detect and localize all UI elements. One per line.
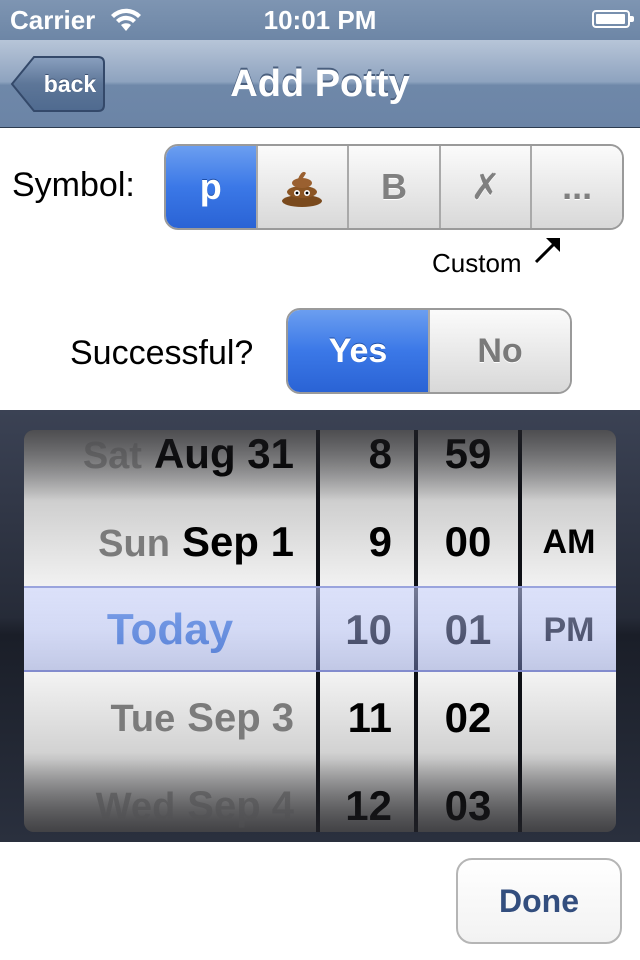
custom-hint: Custom [432,248,522,278]
date-wheel[interactable]: Sat Aug 31 Sun Sep 1 Today Tue Sep 3 Wed Sep… [24,430,316,832]
minute-row: 02 [444,694,492,741]
date-value: Aug 31 [153,430,294,477]
minute-wheel[interactable]: 59 00 01 02 03 [418,430,518,832]
symbol-option-poo[interactable] [255,146,348,228]
minute-row: 03 [444,782,492,829]
date-time-picker: Sat Aug 31 Sun Sep 1 Today Tue Sep 3 Wed Sep… [0,410,640,842]
ampm-row-selected: PM [543,611,595,649]
hour-wheel[interactable]: 8 9 10 11 12 [320,430,414,832]
hour-row-selected: 10 [345,606,392,653]
symbol-label: Symbol: [12,166,135,204]
symbol-option-p[interactable]: p [166,146,256,228]
minute-row: 00 [444,518,492,565]
status-time: 10:01 PM [263,5,377,35]
picker-frame: Sat Aug 31 Sun Sep 1 Today Tue Sep 3 Wed Sep… [24,430,616,832]
symbol-option-x[interactable]: ✗ [438,146,531,228]
date-dow: Tue [110,698,176,740]
date-row: Sun Sep 1 [24,498,316,586]
minute-row-selected: 01 [444,606,492,653]
successful-segmented-control: Yes No [286,308,572,394]
date-row-selected: Today [106,605,234,654]
done-button[interactable]: Done [456,858,622,944]
date-value: Sep 1 [181,518,294,565]
date-dow: Sun [98,523,170,565]
hour-row: 11 [347,694,392,741]
navigation-bar: back Add Potty [0,40,640,128]
date-row: Sat Aug 31 [24,430,316,498]
date-dow: Sat [82,435,142,477]
successful-label: Successful? [70,334,254,372]
hour-row: 8 [368,430,392,477]
symbol-option-b[interactable]: B [347,146,439,228]
symbol-segmented-control: p B ✗ ... [164,144,624,230]
successful-yes-option[interactable]: Yes [288,310,428,392]
hour-row: 9 [368,518,392,565]
date-value: Sep 4 [187,784,294,828]
date-row: Wed Sep 4 [24,762,316,832]
minute-row: 59 [444,430,492,477]
symbol-option-custom[interactable]: ... [530,146,622,228]
arrow-up-right-icon [534,238,560,264]
poo-icon [282,171,323,207]
ampm-wheel[interactable]: AM PM [522,430,616,832]
hour-row: 12 [345,782,392,829]
date-value: Sep 3 [187,696,294,740]
ampm-row: AM [542,523,596,561]
date-dow: Wed [95,786,176,828]
status-bar: Carrier 10:01 PM [0,0,640,40]
successful-no-option[interactable]: No [428,310,570,392]
page-title: Add Potty [230,63,410,105]
date-row: Tue Sep 3 [24,674,316,762]
battery-icon [592,10,634,28]
